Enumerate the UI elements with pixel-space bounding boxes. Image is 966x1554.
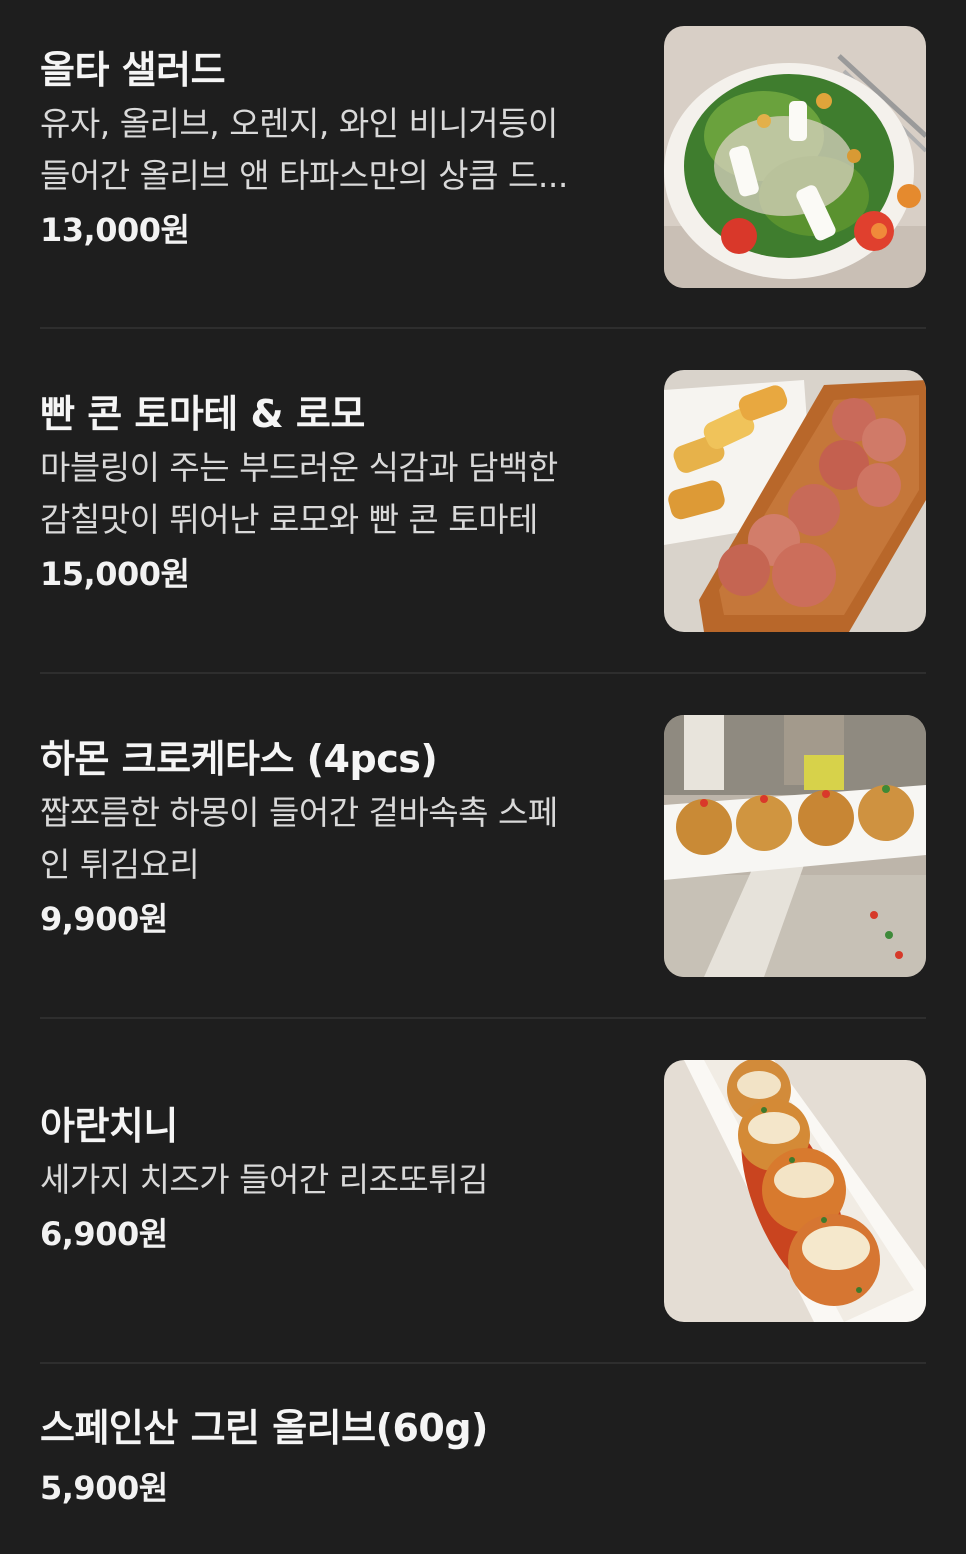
menu-item-text: 올타 샐러드 유자, 올리브, 오렌지, 와인 비니거등이 들어간 올리브 앤 … <box>40 44 630 254</box>
divider <box>40 1362 926 1364</box>
menu-item-text: 하몬 크로케타스 (4pcs) 짭쪼름한 하몽이 들어간 겉바속촉 스페 인 튀… <box>40 733 630 943</box>
description-line: 인 튀김요리 <box>40 845 200 884</box>
menu-item-jamon-croquetas[interactable]: 하몬 크로케타스 (4pcs) 짭쪼름한 하몽이 들어간 겉바속촉 스페 인 튀… <box>40 715 926 977</box>
menu-item-name: 아란치니 <box>40 1104 178 1148</box>
salad-image <box>664 26 926 288</box>
description-line: 마블링이 주는 부드러운 식감과 담백한 <box>40 448 558 487</box>
menu-item-text: 빤 콘 토마테 & 로모 마블링이 주는 부드러운 식감과 담백한 감칠맛이 뛰… <box>40 388 630 598</box>
menu-item-description: 짭쪼름한 하몽이 들어간 겉바속촉 스페 인 튀김요리 <box>40 787 630 891</box>
menu-list: 올타 샐러드 유자, 올리브, 오렌지, 와인 비니거등이 들어간 올리브 앤 … <box>0 0 966 1554</box>
menu-item-description: 유자, 올리브, 오렌지, 와인 비니거등이 들어간 올리브 앤 타파스만의 상… <box>40 98 630 202</box>
divider <box>40 327 926 329</box>
menu-item-name: 빤 콘 토마테 & 로모 <box>40 392 365 436</box>
menu-item-pan-con-tomate-lomo[interactable]: 빤 콘 토마테 & 로모 마블링이 주는 부드러운 식감과 담백한 감칠맛이 뛰… <box>40 370 926 632</box>
cured-meat-platter-photo[interactable] <box>664 370 926 632</box>
menu-item-price: 9,900원 <box>40 900 168 938</box>
menu-item-green-olives[interactable]: 스페인산 그린 올리브(60g) 5,900원 <box>40 1400 926 1520</box>
menu-item-price: 15,000원 <box>40 555 190 593</box>
menu-item-text: 아란치니 세가지 치즈가 들어간 리조또튀김 6,900원 <box>40 1100 630 1258</box>
menu-item-name: 스페인산 그린 올리브(60g) <box>40 1406 488 1450</box>
menu-item-olta-salad[interactable]: 올타 샐러드 유자, 올리브, 오렌지, 와인 비니거등이 들어간 올리브 앤 … <box>40 26 926 288</box>
description-line: 감칠맛이 뛰어난 로모와 빤 콘 토마테 <box>40 500 538 539</box>
arancini-photo[interactable] <box>664 1060 926 1322</box>
description-line: 세가지 치즈가 들어간 리조또튀김 <box>40 1160 489 1199</box>
description-line: 들어간 올리브 앤 타파스만의 상큼 드... <box>40 156 568 195</box>
description-line: 짭쪼름한 하몽이 들어간 겉바속촉 스페 <box>40 793 558 832</box>
salad-photo[interactable] <box>664 26 926 288</box>
menu-item-price: 6,900원 <box>40 1215 168 1253</box>
divider <box>40 672 926 674</box>
croquettes-photo[interactable] <box>664 715 926 977</box>
menu-item-name: 하몬 크로케타스 (4pcs) <box>40 737 438 781</box>
menu-item-description: 마블링이 주는 부드러운 식감과 담백한 감칠맛이 뛰어난 로모와 빤 콘 토마… <box>40 442 630 546</box>
menu-item-name: 올타 샐러드 <box>40 48 226 92</box>
menu-item-text: 스페인산 그린 올리브(60g) 5,900원 <box>40 1402 740 1512</box>
menu-item-price: 5,900원 <box>40 1469 168 1507</box>
menu-item-price: 13,000원 <box>40 211 190 249</box>
cured-meat-image <box>664 370 926 632</box>
menu-item-arancini[interactable]: 아란치니 세가지 치즈가 들어간 리조또튀김 6,900원 <box>40 1060 926 1322</box>
description-line: 유자, 올리브, 오렌지, 와인 비니거등이 <box>40 104 558 143</box>
divider <box>40 1017 926 1019</box>
menu-item-description: 세가지 치즈가 들어간 리조또튀김 <box>40 1154 630 1206</box>
arancini-image <box>664 1060 926 1322</box>
croquettes-image <box>664 715 926 977</box>
